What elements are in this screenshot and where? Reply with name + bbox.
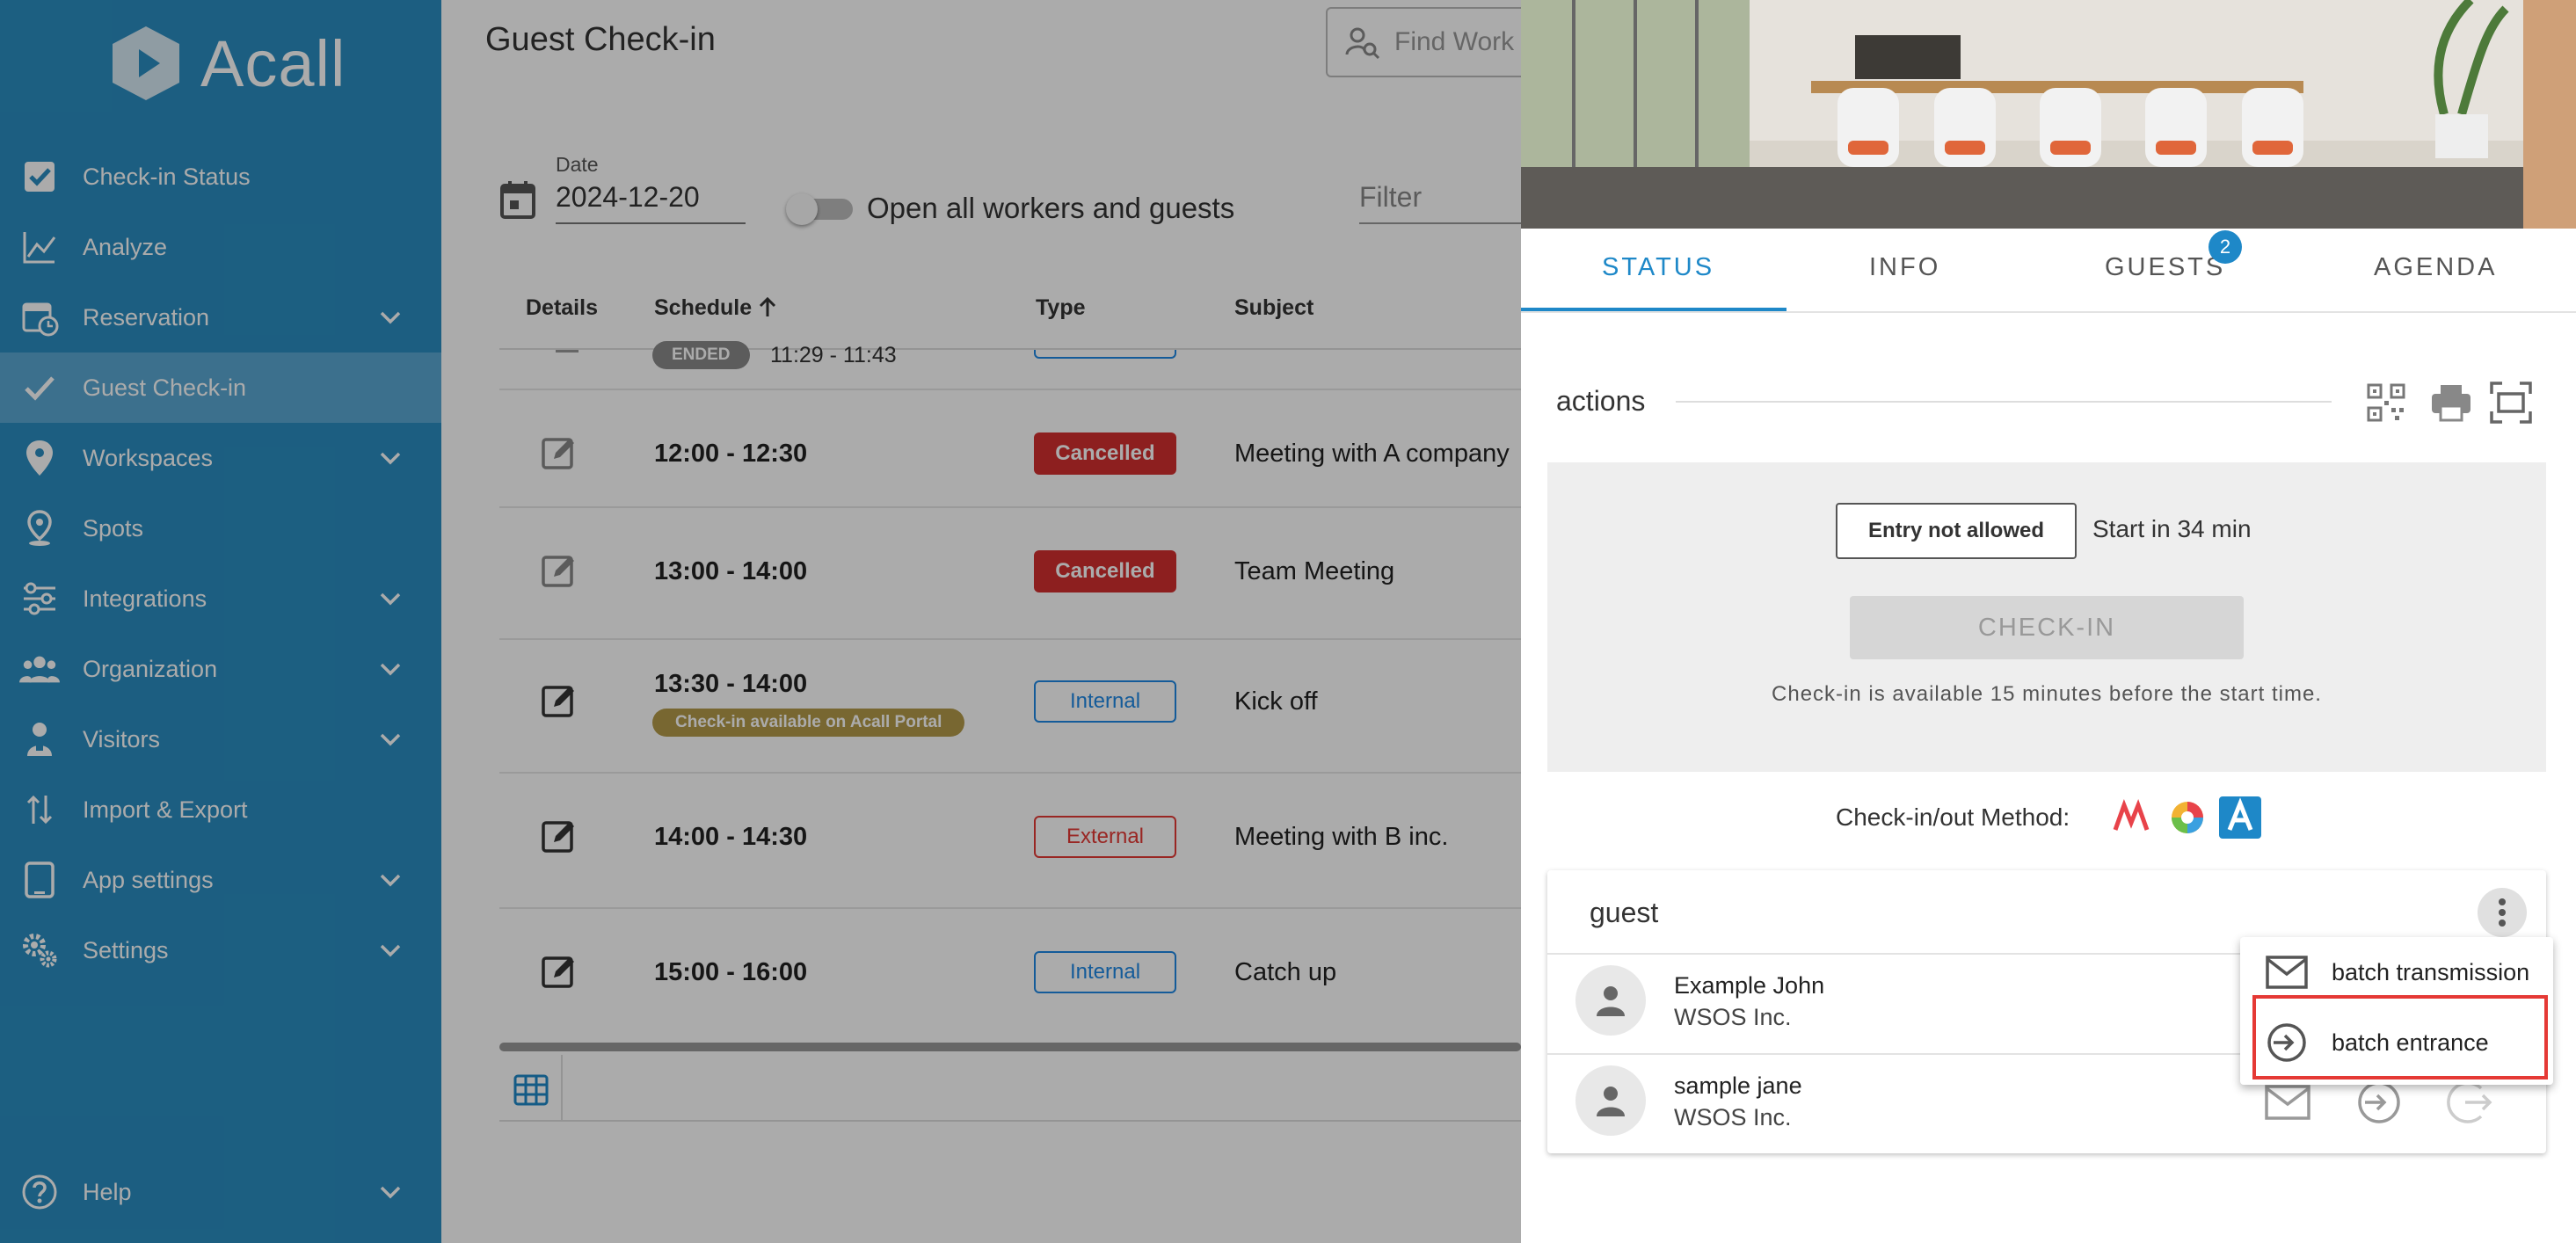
modal-backdrop[interactable]	[0, 0, 1521, 1243]
actions-label: actions	[1556, 385, 1646, 417]
guests-count-badge: 2	[2209, 230, 2242, 264]
acall-a-icon[interactable]	[2219, 796, 2261, 839]
app-root: Acall Check-in Status Analyze Reservatio…	[0, 0, 2576, 1243]
acall-lines-icon[interactable]	[2110, 796, 2152, 839]
tab-info[interactable]: INFO	[1869, 253, 1940, 282]
mail-icon[interactable]	[2263, 1078, 2312, 1127]
check-in-method-label: Check-in/out Method:	[1836, 803, 2070, 831]
check-in-button[interactable]: CHECK-IN	[1850, 596, 2244, 659]
tabs-divider	[1521, 311, 2576, 313]
person-icon	[1597, 986, 1625, 1016]
more-options-button[interactable]	[2478, 888, 2527, 937]
print-icon[interactable]	[2428, 380, 2474, 425]
tab-agenda[interactable]: AGENDA	[2374, 253, 2497, 282]
tab-status[interactable]: STATUS	[1602, 253, 1714, 282]
tab-guests[interactable]: GUESTS	[2105, 253, 2225, 282]
mail-icon	[2266, 956, 2308, 989]
qr-code-icon[interactable]	[2363, 380, 2409, 425]
check-in-note: Check-in is available 15 minutes before …	[1772, 682, 2322, 706]
fullscreen-icon[interactable]	[2488, 380, 2534, 425]
guest-company: WSOS Inc.	[1674, 1004, 1792, 1030]
colorful-app-icon[interactable]	[2166, 796, 2209, 839]
avatar	[1575, 1065, 1646, 1136]
entry-not-allowed-button[interactable]: Entry not allowed	[1836, 503, 2077, 559]
meeting-room-photo	[1521, 0, 2576, 229]
check-in-status-box: Entry not allowed Start in 34 min CHECK-…	[1547, 462, 2546, 772]
start-in-text: Start in 34 min	[2092, 515, 2252, 542]
actions-divider	[1676, 401, 2332, 403]
login-icon[interactable]	[2354, 1078, 2404, 1127]
person-icon	[1597, 1087, 1625, 1116]
highlight-box	[2252, 995, 2548, 1079]
more-vert-icon	[2499, 898, 2506, 927]
avatar	[1575, 965, 1646, 1036]
guest-section-title: guest	[1590, 897, 1659, 928]
guest-name: sample jane	[1674, 1072, 1802, 1099]
active-tab-indicator	[1521, 308, 1786, 311]
menu-item-label: batch transmission	[2332, 958, 2530, 985]
logout-icon[interactable]	[2446, 1078, 2495, 1127]
guest-company: WSOS Inc.	[1674, 1104, 1792, 1130]
guest-name: Example John	[1674, 972, 1825, 999]
